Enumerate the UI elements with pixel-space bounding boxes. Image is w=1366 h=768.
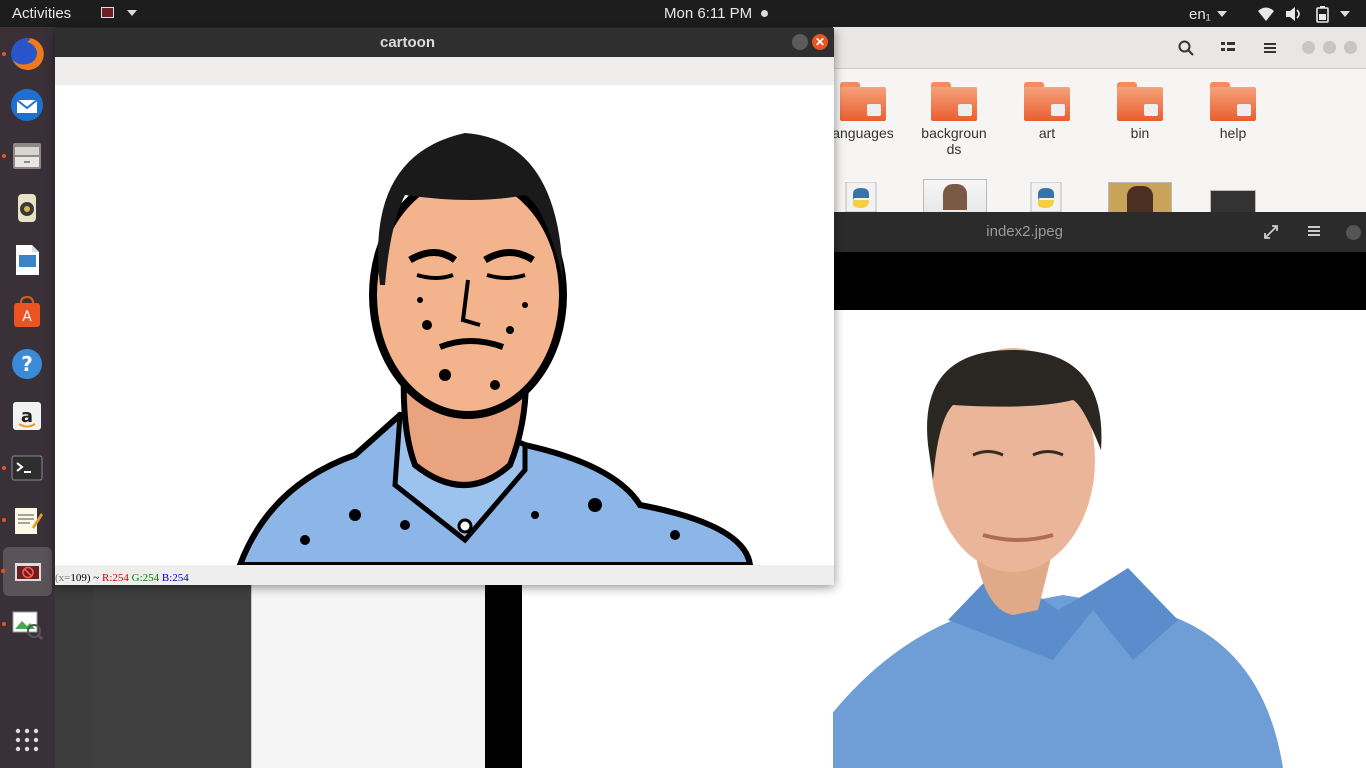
cartoon-image-canvas[interactable] — [55, 85, 834, 565]
image-thumbnail[interactable] — [923, 179, 987, 213]
pixel-status-bar: (x=109) ~ R:254 G:254 B:254 — [55, 565, 834, 585]
svg-text:a: a — [21, 406, 33, 427]
rhythmbox-icon[interactable] — [7, 188, 47, 228]
window-title: index2.jpeg — [986, 223, 1063, 240]
minimize-button[interactable] — [1346, 225, 1361, 240]
folder-icon — [1024, 82, 1070, 122]
folder-icon — [1117, 82, 1163, 122]
folder-label: anguages — [832, 125, 894, 141]
image-viewer-window: index2.jpeg — [833, 212, 1366, 768]
app-menu-icon[interactable] — [101, 7, 114, 18]
status-red-value: R:254 — [102, 572, 129, 584]
image-viewer-icon[interactable] — [2, 604, 47, 644]
cartoon-window: cartoon ✕ (x=109) ~ R:254 G:254 B:254 — [55, 28, 834, 585]
background-window-sidebar — [55, 585, 93, 768]
amazon-icon[interactable]: a — [7, 396, 47, 436]
language-indicator[interactable]: en₁ — [1189, 6, 1211, 23]
folder-icon — [840, 82, 886, 122]
background-window-strip — [485, 585, 522, 768]
search-button[interactable] — [1170, 34, 1202, 62]
cartoon-titlebar[interactable]: cartoon ✕ — [55, 28, 834, 57]
file-manager-window: anguages backgrounds art bin help — [832, 27, 1366, 216]
file-manager-header — [833, 27, 1366, 69]
maximize-button[interactable] — [1323, 41, 1336, 54]
terminal-icon[interactable] — [2, 448, 47, 488]
folder-item[interactable]: help — [1193, 82, 1273, 141]
notification-dot — [761, 10, 768, 17]
chevron-down-icon[interactable] — [1217, 11, 1227, 17]
lock-icon — [1144, 104, 1158, 116]
photo-man-blue-shirt — [833, 310, 1366, 768]
menu-button[interactable] — [1254, 34, 1286, 62]
status-green-value: G:254 — [131, 572, 160, 584]
files-icon[interactable] — [2, 136, 47, 176]
text-editor-icon[interactable] — [2, 500, 47, 540]
minimize-button[interactable] — [1302, 41, 1315, 54]
chevron-down-icon[interactable] — [1340, 11, 1350, 17]
clock[interactable]: Mon 6:11 PM — [664, 5, 752, 22]
opencv-window-icon[interactable] — [1, 547, 52, 596]
status-blue-value: B:254 — [161, 572, 189, 584]
lock-icon — [958, 104, 972, 116]
lock-icon — [867, 104, 881, 116]
cartoon-portrait — [55, 85, 834, 565]
activities-button[interactable]: Activities — [12, 5, 71, 22]
folder-label: art — [1038, 125, 1056, 141]
libreoffice-impress-icon[interactable] — [7, 240, 47, 280]
view-toggle-button[interactable] — [1212, 34, 1244, 62]
shirt-button — [457, 518, 473, 534]
folder-item[interactable]: bin — [1100, 82, 1180, 141]
dock: A ? a — [0, 27, 55, 768]
python-file-icon[interactable] — [843, 182, 879, 212]
fullscreen-icon[interactable] — [1263, 224, 1279, 240]
top-bar: Activities Mon 6:11 PM en₁ — [0, 0, 1366, 27]
list-view-icon — [1221, 42, 1235, 51]
folder-item[interactable]: anguages — [823, 82, 903, 141]
folder-icon — [1210, 82, 1256, 122]
image-thumbnail[interactable] — [1108, 182, 1172, 216]
background-window-white — [522, 585, 833, 768]
close-button[interactable] — [1344, 41, 1357, 54]
wifi-icon[interactable] — [1257, 6, 1275, 22]
battery-icon[interactable] — [1314, 5, 1332, 23]
show-applications-icon[interactable] — [7, 720, 47, 760]
search-icon — [1178, 40, 1194, 56]
folder-item[interactable]: art — [1007, 82, 1087, 141]
folder-icon — [931, 82, 977, 122]
thunderbird-icon[interactable] — [7, 85, 47, 125]
folder-label: backgrounds — [921, 125, 987, 157]
window-title: cartoon — [379, 34, 435, 51]
image-letterbox — [833, 252, 1366, 310]
status-coordinate: 109) ~ — [70, 572, 100, 584]
firefox-icon[interactable] — [2, 34, 47, 74]
folder-item[interactable]: backgrounds — [914, 82, 994, 157]
minimize-button[interactable] — [792, 34, 808, 50]
lock-icon — [1051, 104, 1065, 116]
python-file-icon[interactable] — [1028, 182, 1064, 212]
help-icon[interactable]: ? — [7, 344, 47, 384]
status-prefix: (x= — [55, 572, 71, 584]
folder-label: bin — [1130, 125, 1150, 141]
close-button[interactable]: ✕ — [812, 34, 828, 50]
volume-icon[interactable] — [1285, 6, 1303, 22]
hamburger-icon[interactable] — [1308, 225, 1320, 237]
hamburger-icon — [1264, 43, 1276, 53]
svg-text:A: A — [22, 309, 32, 325]
lock-icon — [1237, 104, 1251, 116]
opencv-toolbar — [55, 57, 834, 86]
software-center-icon[interactable]: A — [7, 292, 47, 332]
background-window-content — [251, 585, 486, 768]
folder-label: help — [1219, 125, 1247, 141]
svg-text:?: ? — [21, 352, 33, 376]
background-window-panel — [93, 585, 251, 768]
chevron-down-icon[interactable] — [127, 10, 137, 16]
image-viewer-header: index2.jpeg — [833, 212, 1366, 252]
image-thumbnail[interactable] — [1210, 190, 1256, 214]
